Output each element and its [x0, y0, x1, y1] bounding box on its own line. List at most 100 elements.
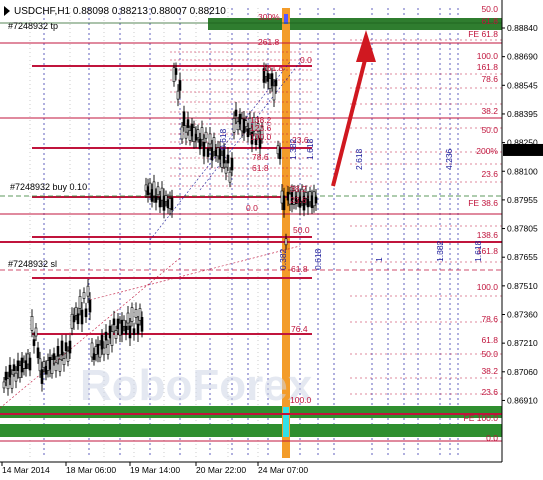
fib-label-right: 38.2 — [481, 366, 498, 376]
candle — [154, 196, 158, 203]
candle — [278, 148, 282, 160]
fib-label-right: 100.0 — [477, 282, 499, 292]
candle — [10, 373, 14, 389]
candle — [114, 330, 118, 339]
price-tick-label: 0.87510 — [507, 281, 538, 291]
time-tick-label: 24 Mar 07:00 — [258, 465, 308, 475]
candle — [28, 357, 32, 371]
candle — [94, 346, 98, 355]
candle — [60, 340, 64, 356]
cycle-label: 0.618 — [313, 248, 323, 270]
candle — [240, 118, 244, 132]
tp-order-label: #7248932 tp — [8, 21, 58, 31]
time-tick-label: 14 Mar 2014 — [2, 465, 50, 475]
fib-label-right: 161.8 — [477, 62, 499, 72]
candle — [84, 308, 88, 318]
candle — [108, 325, 112, 339]
candle — [52, 353, 56, 360]
sl-order-label: #7248932 sl — [8, 259, 57, 269]
symbol-info: USDCHF,H1 0.88098 0.88213 0.88007 0.8821… — [14, 6, 226, 17]
candle — [4, 371, 8, 381]
candle — [96, 343, 100, 355]
price-tick-label: 0.87210 — [507, 338, 538, 348]
fib-label-mid: 261.8 — [258, 37, 280, 47]
candle — [50, 359, 54, 374]
fib-label-mid: 61.8 — [291, 264, 308, 274]
candle — [198, 138, 202, 150]
time-tick-label: 19 Mar 14:00 — [130, 465, 180, 475]
candle — [82, 292, 86, 299]
candle — [144, 184, 148, 192]
candle — [244, 120, 248, 127]
candle — [242, 118, 246, 134]
candle — [246, 128, 250, 137]
fib-label-right: 0.0 — [486, 433, 498, 443]
candle — [38, 358, 42, 372]
candle — [192, 127, 196, 142]
cycle-label: 4.236 — [444, 148, 454, 170]
candle — [186, 119, 190, 128]
price-tick-label: 0.86910 — [507, 395, 538, 405]
candle — [228, 171, 232, 183]
candle — [92, 353, 96, 360]
current-price-label: 0.88210 — [507, 145, 538, 155]
cycle-marker-top — [284, 14, 288, 24]
cycle-label: 1.382 — [288, 138, 298, 160]
candle — [34, 327, 38, 337]
fib-label-mid: 50.0 — [293, 225, 310, 235]
target-zone — [208, 18, 502, 30]
candle — [222, 148, 226, 164]
cycle-label: 0.618 — [218, 128, 228, 150]
candle — [2, 381, 6, 389]
candle — [164, 195, 168, 202]
candle — [196, 129, 200, 138]
candle — [182, 111, 186, 126]
fib-label-right: 61.8 — [481, 335, 498, 345]
fib-label-mid: 76.4 — [291, 324, 308, 334]
candle — [188, 130, 192, 141]
candle — [314, 196, 318, 204]
candle — [170, 197, 174, 211]
price-tick-label: 0.87805 — [507, 224, 538, 234]
candle — [282, 195, 286, 211]
candle — [190, 123, 194, 137]
candle — [130, 307, 134, 322]
candle — [224, 166, 228, 174]
cycle-marker-bottom — [283, 407, 289, 437]
candle — [62, 358, 66, 366]
fib-label-mid: 23.6 — [290, 195, 307, 205]
candle — [220, 155, 224, 168]
price-tick-label: 0.87360 — [507, 310, 538, 320]
candle — [204, 131, 208, 139]
price-chart[interactable]: RoboForex USDCHF,H1 0.88098 0.88213 0.880… — [0, 0, 543, 480]
candle — [202, 141, 206, 157]
candle — [214, 149, 218, 157]
fib-label-right: FE 38.6 — [468, 198, 498, 208]
candle — [162, 196, 166, 211]
fib-label-right: 50.0 — [481, 349, 498, 359]
cycle-label: 1.618 — [473, 240, 483, 262]
candle — [150, 189, 154, 202]
fib-label-right: 38.2 — [481, 106, 498, 116]
candle — [98, 344, 102, 358]
cycle-label: 0.382 — [278, 248, 288, 270]
fib-label-right: 200% — [476, 146, 498, 156]
candle — [232, 118, 236, 133]
candle — [226, 154, 230, 164]
fib-label-mid: 300% — [258, 12, 280, 22]
fib-label-mid: 0.0 — [246, 203, 258, 213]
candle — [180, 126, 184, 140]
candle — [174, 68, 178, 75]
candle — [158, 196, 162, 208]
candle — [210, 147, 214, 161]
candle — [284, 238, 288, 246]
candle — [12, 364, 16, 372]
fib-label-mid: 38.2 — [290, 184, 307, 194]
fib-label-right: 78.6 — [481, 314, 498, 324]
candle — [90, 342, 94, 358]
cycle-label: 1 — [374, 257, 384, 262]
price-tick-label: 0.88100 — [507, 166, 538, 176]
candle — [122, 319, 126, 327]
candle — [100, 334, 104, 350]
candle — [238, 113, 242, 125]
